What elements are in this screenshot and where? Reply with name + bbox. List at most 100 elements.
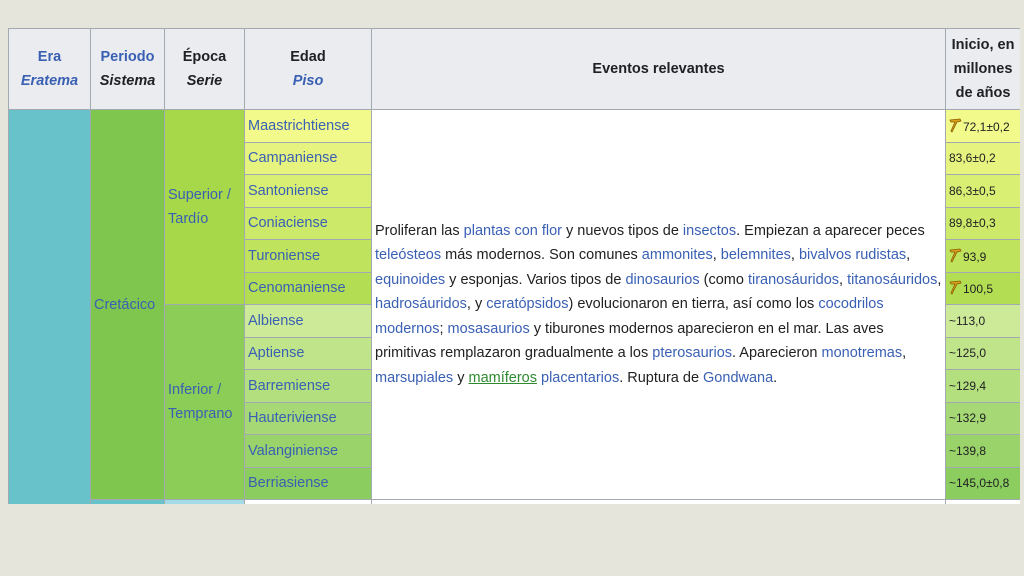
inicio-cell: ~125,0 (945, 336, 1020, 370)
eventos-relevantes-cell: Proliferan las plantas con flor y nuevos… (371, 109, 946, 500)
header-eratema-link[interactable]: Eratema (12, 69, 87, 93)
event-link[interactable]: insectos (683, 223, 736, 239)
inicio-cell: ~139,8 (945, 434, 1020, 468)
golden-spike-icon[interactable] (949, 280, 962, 295)
event-text: , y (466, 296, 487, 313)
epoca-superior-cell[interactable]: Superior / Tardío (164, 109, 245, 305)
inicio-value: ~125,0 (949, 346, 987, 361)
inicio-value: ~113,0 (949, 313, 986, 328)
event-text: , (790, 247, 799, 264)
event-text: (como (699, 271, 748, 288)
geologic-time-table: Era Eratema Periodo Sistema Época Serie … (8, 28, 1020, 504)
header-periodo: Periodo Sistema (90, 28, 165, 110)
next-inicio-cell (945, 499, 1020, 504)
event-text: . Ruptura de (619, 369, 704, 386)
inicio-value: 86,3±0,5 (949, 183, 996, 198)
event-link[interactable]: pterosaurios (652, 345, 732, 361)
event-link[interactable]: marsupiales (375, 370, 453, 386)
header-piso-link[interactable]: Piso (248, 69, 368, 93)
event-link[interactable]: plantas con flor (464, 223, 562, 239)
inicio-cell: ~113,0 (945, 304, 1020, 338)
edad-cell[interactable]: Berriasiense (244, 466, 372, 500)
event-text: , (839, 271, 848, 288)
next-epoca-cell (164, 499, 245, 504)
inicio-value: ~139,8 (949, 443, 987, 458)
edad-cell[interactable]: Valanginiense (244, 434, 372, 468)
inicio-value: 100,5 (963, 282, 994, 297)
event-text: , (712, 247, 721, 264)
table-row (9, 499, 1020, 504)
inicio-value: 83,6±0,2 (949, 151, 996, 166)
header-row: Era Eratema Periodo Sistema Época Serie … (8, 28, 1020, 110)
edad-cell[interactable]: Hauteriviense (244, 401, 372, 435)
event-text: . (773, 369, 778, 386)
event-link[interactable]: mosasaurios (448, 321, 530, 337)
event-link[interactable]: tiranosáuridos (748, 272, 839, 288)
event-link[interactable]: monotremas (822, 345, 903, 361)
event-link[interactable]: placentarios (541, 370, 619, 386)
event-text: y nuevos tipos de (562, 222, 683, 239)
event-text: . Empiezan a aparecer peces (736, 222, 925, 239)
event-link[interactable]: teleósteos (375, 247, 441, 263)
header-era-link[interactable]: Era (38, 49, 61, 65)
inicio-cell: 83,6±0,2 (945, 141, 1020, 175)
inicio-cell: 93,9 (945, 239, 1020, 273)
edad-cell[interactable]: Cenomaniense (244, 271, 372, 305)
inicio-cell: 100,5 (945, 271, 1020, 305)
event-text: ; (439, 320, 448, 337)
event-text: Proliferan las (375, 222, 464, 239)
event-text: ) evolucionaron en tierra, así como los (568, 296, 819, 313)
header-periodo-link[interactable]: Periodo (101, 49, 155, 65)
event-link[interactable]: belemnites (721, 247, 791, 263)
header-edad-label: Edad (290, 49, 326, 65)
event-link[interactable]: equinoides (375, 272, 445, 288)
inicio-value: ~145,0±0,8 (949, 476, 1010, 491)
header-epoca: Época Serie (164, 28, 245, 110)
event-text: , (937, 271, 942, 288)
header-era: Era Eratema (8, 28, 91, 110)
event-link[interactable]: ammonites (642, 247, 713, 263)
next-eventos-cell (371, 499, 946, 504)
header-eventos: Eventos relevantes (371, 28, 946, 110)
edad-cell[interactable]: Barremiense (244, 369, 372, 403)
event-link[interactable]: bivalvos rudistas (799, 247, 906, 263)
event-link[interactable]: mamíferos (468, 370, 537, 386)
event-text: y esponjas. Varios tipos de (445, 271, 626, 288)
header-edad: Edad Piso (244, 28, 372, 110)
edad-cell[interactable]: Turoniense (244, 239, 372, 273)
epoca-inferior-cell[interactable]: Inferior / Temprano (164, 304, 245, 500)
inicio-value: ~132,9 (949, 411, 987, 426)
edad-cell[interactable]: Aptiense (244, 336, 372, 370)
header-inicio: Inicio, en millones de años (945, 28, 1020, 110)
golden-spike-icon[interactable] (949, 118, 962, 133)
inicio-value: 89,8±0,3 (949, 216, 996, 231)
header-serie: Serie (186, 73, 223, 89)
event-link[interactable]: ceratópsidos (486, 296, 568, 312)
edad-cell[interactable]: Coniaciense (244, 206, 372, 240)
header-epoca-label: Época (182, 49, 227, 65)
next-periodo-cell (90, 499, 165, 504)
event-text: más modernos. Son comunes (441, 247, 642, 264)
golden-spike-icon[interactable] (949, 248, 962, 263)
header-sistema: Sistema (99, 73, 156, 89)
event-link[interactable]: Gondwana (703, 370, 773, 386)
inicio-value: ~129,4 (949, 378, 987, 393)
event-link[interactable]: titanosáuridos (847, 272, 937, 288)
table-row: Cretácico Superior / Tardío Maastrichtiens… (8, 109, 1020, 504)
geologic-time-table-container: Era Eratema Periodo Sistema Época Serie … (8, 28, 1020, 504)
edad-cell[interactable]: Maastrichtiense (244, 109, 372, 143)
edad-cell[interactable]: Santoniense (244, 174, 372, 208)
inicio-cell: ~145,0±0,8 (945, 466, 1020, 500)
inicio-value: 93,9 (963, 249, 987, 264)
edad-cell[interactable]: Albiense (244, 304, 372, 338)
event-link[interactable]: hadrosáuridos (375, 296, 467, 312)
inicio-value: 72,1±0,2 (963, 119, 1010, 134)
edad-cell[interactable]: Campaniense (244, 141, 372, 175)
inicio-cell: 86,3±0,5 (945, 174, 1020, 208)
era-mesozoico-cell (8, 109, 91, 504)
inicio-cell: ~132,9 (945, 401, 1020, 435)
event-text: , (906, 247, 911, 264)
inicio-cell: 89,8±0,3 (945, 206, 1020, 240)
event-link[interactable]: dinosaurios (625, 272, 699, 288)
periodo-cell[interactable]: Cretácico (90, 109, 165, 500)
